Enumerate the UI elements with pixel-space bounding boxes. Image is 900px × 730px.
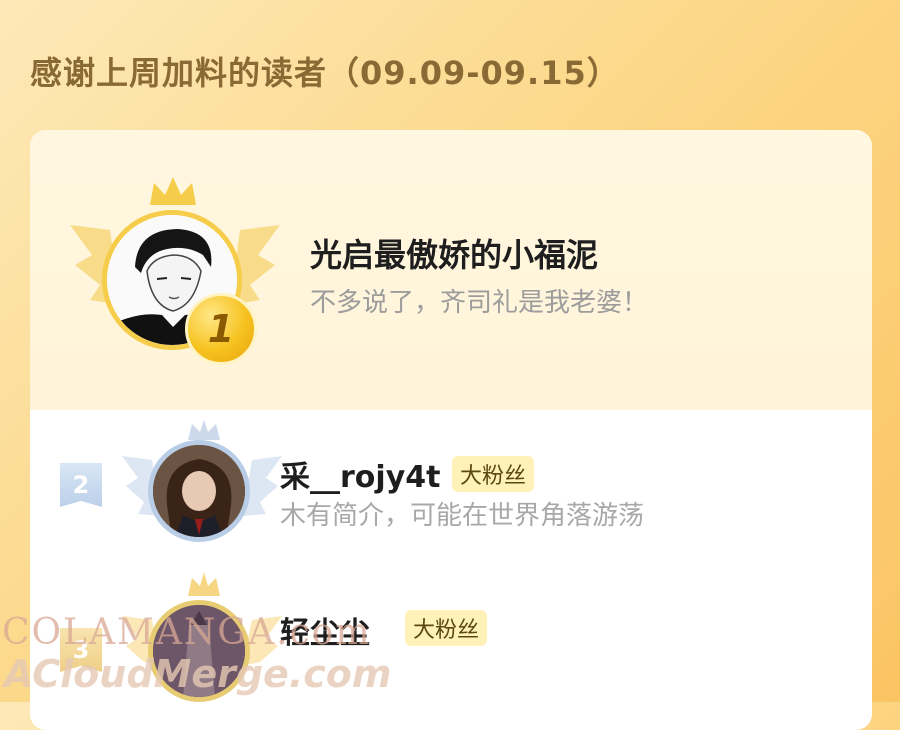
reader-3-fan-badge: 大粉丝: [405, 610, 488, 646]
top-reader-section[interactable]: 1 光启最傲娇的小福泥 不多说了，齐司礼是我老婆！: [30, 130, 872, 410]
reader-2-name[interactable]: 采__rojy4t: [280, 452, 440, 496]
rank-2-badge: 2: [60, 463, 102, 507]
avatar-portrait-icon: [153, 445, 245, 537]
reader-2-fan-badge: 大粉丝: [452, 456, 535, 492]
page-title: 感谢上周加料的读者（09.09-09.15）: [30, 54, 620, 92]
rank-1-medal: 1: [185, 293, 257, 365]
top-reader-name[interactable]: 光启最傲娇的小福泥: [310, 230, 598, 276]
watermark-colamanga: COLAMANGA.com: [2, 612, 372, 653]
reader-2-bio: 木有简介，可能在世界角落游荡: [280, 501, 645, 531]
top-reader-bio: 不多说了，齐司礼是我老婆！: [310, 288, 649, 318]
top-reader-avatar-group[interactable]: 1: [70, 175, 280, 375]
reader-2-avatar[interactable]: [148, 440, 250, 542]
watermark-acloudmerge: ACloudMerge.com: [4, 652, 392, 696]
